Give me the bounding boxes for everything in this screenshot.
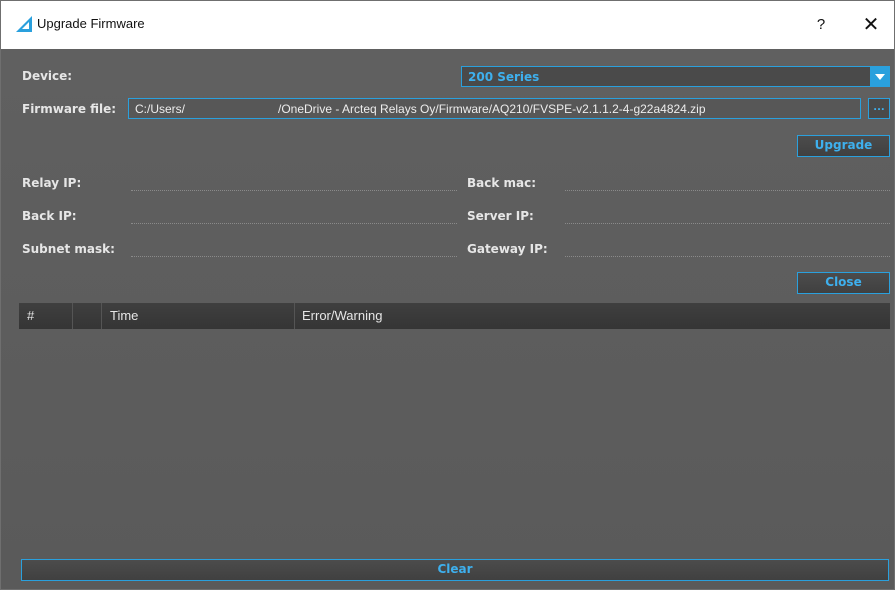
subnet-mask-value bbox=[131, 255, 457, 257]
column-header-time[interactable]: Time bbox=[110, 303, 138, 329]
close-button[interactable]: Close bbox=[797, 272, 890, 294]
upgrade-button[interactable]: Upgrade bbox=[797, 135, 890, 157]
device-select[interactable]: 200 Series bbox=[461, 66, 890, 87]
firmware-file-input[interactable]: C:/Users/ /OneDrive - Arcteq Relays Oy/F… bbox=[128, 98, 861, 119]
firmware-path-start: C:/Users/ bbox=[135, 102, 186, 116]
column-header-error-warning[interactable]: Error/Warning bbox=[302, 303, 382, 329]
server-ip-value bbox=[565, 222, 890, 224]
chevron-down-icon[interactable] bbox=[870, 67, 889, 86]
column-divider[interactable] bbox=[72, 303, 73, 329]
dialog-content: Device: 200 Series Firmware file: C:/Use… bbox=[1, 49, 894, 589]
column-divider[interactable] bbox=[101, 303, 102, 329]
firmware-path-end: /OneDrive - Arcteq Relays Oy/Firmware/AQ… bbox=[278, 102, 706, 116]
gateway-ip-value bbox=[565, 255, 890, 257]
device-label: Device: bbox=[22, 69, 73, 83]
title-bar: Upgrade Firmware ? ✕ bbox=[1, 1, 894, 49]
upgrade-firmware-dialog: Upgrade Firmware ? ✕ Device: 200 Series … bbox=[0, 0, 895, 590]
server-ip-label: Server IP: bbox=[467, 209, 534, 223]
gateway-ip-label: Gateway IP: bbox=[467, 242, 548, 256]
firmware-file-label: Firmware file: bbox=[22, 102, 117, 116]
app-logo-icon bbox=[16, 16, 32, 32]
log-table-header: # Time Error/Warning bbox=[19, 303, 890, 329]
log-table-body bbox=[19, 329, 890, 551]
column-divider[interactable] bbox=[294, 303, 295, 329]
back-mac-label: Back mac: bbox=[467, 176, 537, 190]
column-header-number[interactable]: # bbox=[27, 303, 34, 329]
relay-ip-value bbox=[131, 189, 457, 191]
back-ip-value bbox=[131, 222, 457, 224]
clear-button[interactable]: Clear bbox=[21, 559, 889, 581]
subnet-mask-label: Subnet mask: bbox=[22, 242, 115, 256]
close-window-button[interactable]: ✕ bbox=[851, 7, 891, 43]
back-mac-value bbox=[565, 189, 890, 191]
help-button[interactable]: ? bbox=[801, 7, 841, 43]
device-select-value: 200 Series bbox=[468, 70, 540, 84]
relay-ip-label: Relay IP: bbox=[22, 176, 82, 190]
back-ip-label: Back IP: bbox=[22, 209, 77, 223]
browse-button[interactable]: ... bbox=[868, 98, 890, 119]
window-title: Upgrade Firmware bbox=[37, 16, 145, 31]
